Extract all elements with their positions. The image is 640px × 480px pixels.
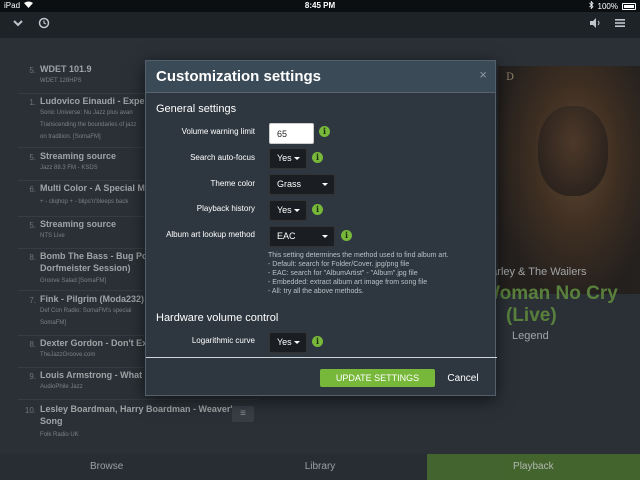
volume-warning-label: Volume warning limit (181, 127, 255, 136)
update-settings-button[interactable]: UPDATE SETTINGS (320, 369, 435, 387)
tab-playback[interactable]: Playback (426, 454, 640, 480)
battery-icon (622, 2, 636, 10)
clock-icon[interactable] (38, 17, 50, 32)
track-title-line2: (Live) (506, 305, 557, 326)
tab-browse[interactable]: Browse (0, 454, 214, 480)
log-curve-label: Logarithmic curve (191, 336, 255, 345)
caret-down-icon (294, 157, 300, 160)
hamburger-menu-icon[interactable] (614, 17, 626, 32)
customization-settings-modal: Customization settings × General setting… (145, 60, 497, 396)
info-icon[interactable]: i (312, 336, 323, 347)
general-settings-heading: General settings (156, 103, 237, 115)
info-icon[interactable]: i (312, 152, 323, 163)
modal-header: Customization settings × (146, 61, 495, 93)
info-icon[interactable]: i (319, 126, 330, 137)
chevron-down-icon[interactable] (12, 17, 24, 32)
theme-color-select[interactable]: Grass (269, 174, 335, 195)
status-time: 8:45 PM (304, 1, 336, 10)
volume-icon[interactable] (589, 17, 601, 32)
list-item[interactable]: 10. Lesley Boardman, Harry Boardman - We… (18, 404, 258, 448)
playback-history-select[interactable]: Yes (269, 200, 307, 221)
bottom-tabbar: Browse Library Playback (0, 454, 640, 480)
modal-divider (146, 357, 497, 358)
app-header (0, 12, 640, 38)
modal-title: Customization settings (156, 68, 322, 85)
ios-status-bar: iPad 8:45 PM 100% (0, 0, 640, 12)
log-curve-select[interactable]: Yes (269, 332, 307, 353)
info-icon[interactable]: i (312, 204, 323, 215)
tab-library[interactable]: Library (213, 454, 427, 480)
search-autofocus-select[interactable]: Yes (269, 148, 307, 169)
close-icon[interactable]: × (479, 67, 487, 82)
track-artist: Marley & The Wailers (482, 266, 587, 278)
cancel-button[interactable]: Cancel (442, 369, 484, 387)
caret-down-icon (322, 183, 328, 186)
album-art-method-select[interactable]: EAC (269, 226, 335, 247)
playback-history-label: Playback history (196, 204, 255, 213)
album-art-help-text: This setting determines the method used … (268, 252, 449, 295)
search-autofocus-label: Search auto-focus (190, 153, 255, 162)
caret-down-icon (322, 235, 328, 238)
track-title: Woman No Cry (482, 283, 618, 304)
theme-color-label: Theme color (210, 179, 255, 188)
track-album: Legend (512, 330, 549, 342)
info-icon[interactable]: i (341, 230, 352, 241)
caret-down-icon (294, 209, 300, 212)
album-art-method-label: Album art lookup method (166, 230, 255, 239)
battery-percent: 100% (597, 1, 618, 11)
hamburger-menu-icon[interactable]: ≡ (232, 406, 254, 422)
bluetooth-icon (588, 0, 594, 11)
hardware-volume-heading: Hardware volume control (156, 312, 279, 324)
caret-down-icon (294, 341, 300, 344)
volume-warning-input[interactable] (269, 123, 314, 144)
album-cover: D (498, 66, 640, 294)
